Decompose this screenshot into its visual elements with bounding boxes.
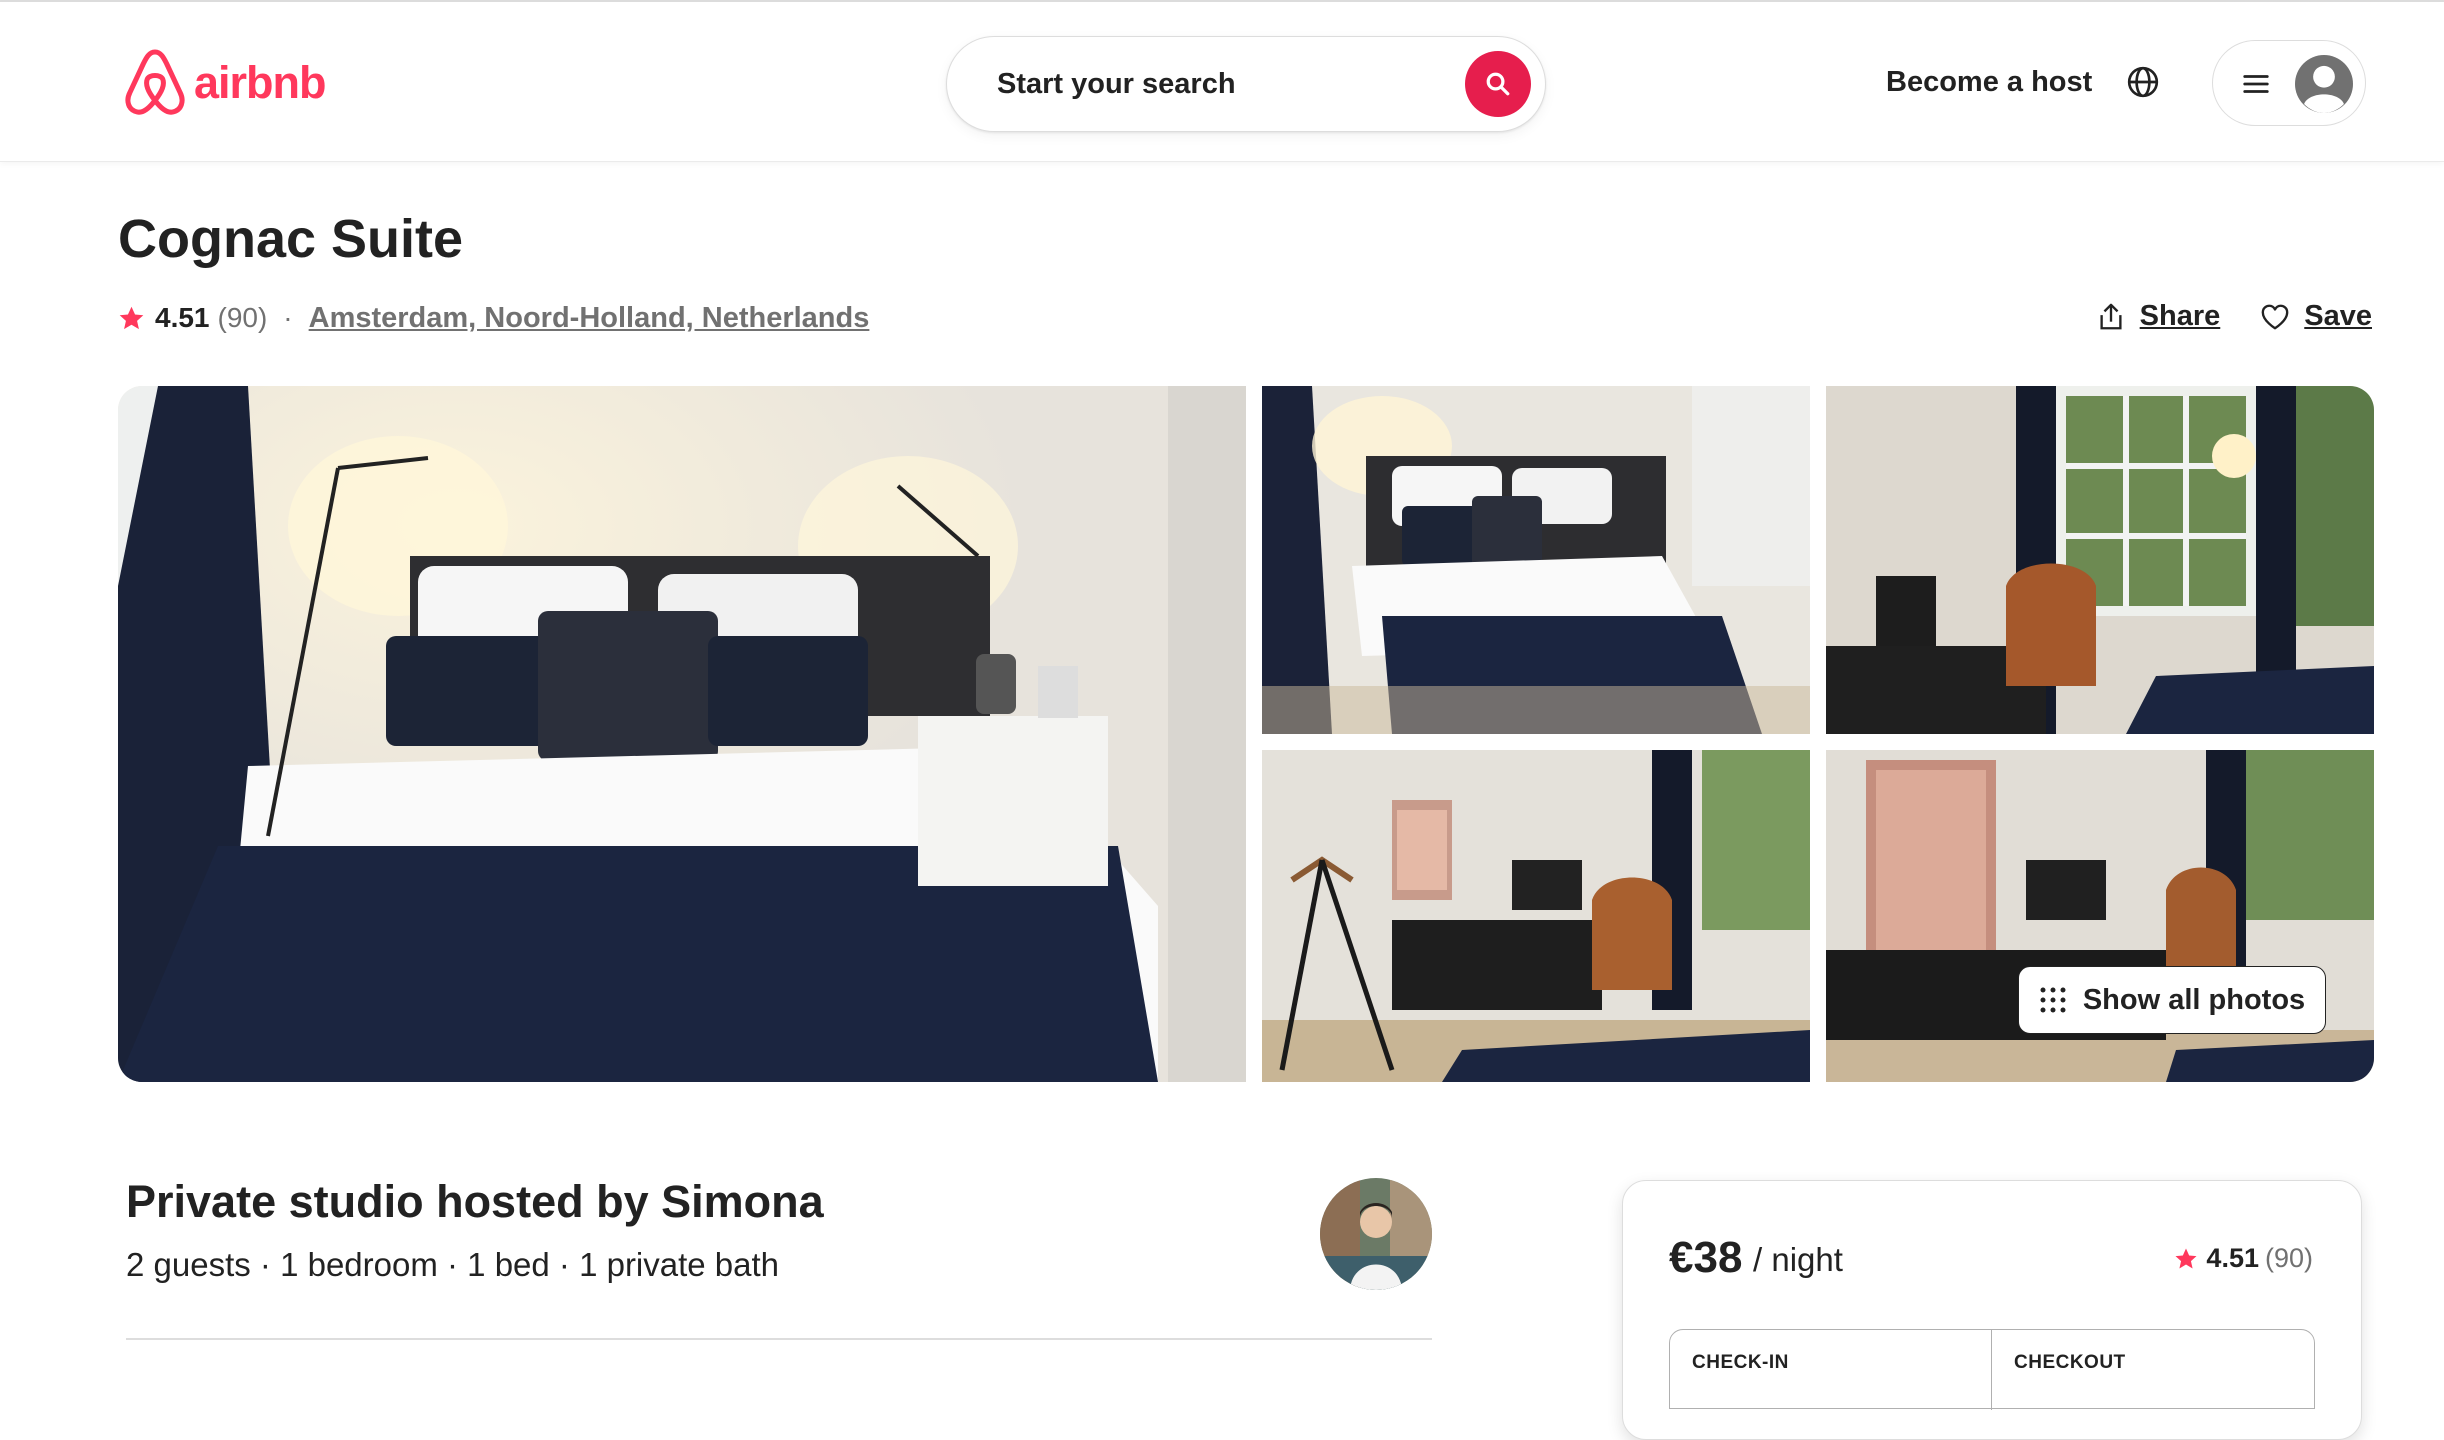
bedroom-image: [118, 386, 1246, 1082]
booking-card: €38 / night 4.51 (90) CHECK-IN CHECKOUT: [1622, 1180, 2362, 1440]
rating-value: 4.51: [155, 302, 210, 333]
star-icon: [2175, 1248, 2197, 1268]
photo-living-area[interactable]: [1262, 750, 1810, 1082]
show-all-photos-button[interactable]: Show all photos: [2018, 966, 2326, 1034]
airbnb-logo[interactable]: airbnb: [124, 48, 327, 118]
user-menu-button[interactable]: [2212, 40, 2366, 126]
share-button[interactable]: Share: [2096, 300, 2221, 333]
host-photo: [1320, 1178, 1432, 1290]
separator-dot: ·: [283, 302, 293, 333]
review-count[interactable]: (90): [218, 302, 268, 334]
checkin-label: CHECK-IN: [1692, 1352, 1789, 1373]
host-section-title: Private studio hosted by Simona: [126, 1176, 824, 1227]
brand-name: airbnb: [194, 57, 327, 108]
site-header: airbnb Start your search Become a host: [0, 2, 2444, 162]
search-icon: [1486, 72, 1510, 96]
per-night-label: / night: [1753, 1241, 1843, 1278]
share-label: Share: [2139, 300, 2221, 332]
photo-window-armchair[interactable]: [1826, 386, 2374, 734]
card-review-count[interactable]: (90): [2265, 1243, 2313, 1274]
save-button[interactable]: Save: [2260, 300, 2372, 333]
menu-icon: [2243, 75, 2269, 93]
become-host-link[interactable]: Become a host: [1886, 66, 2092, 99]
section-divider: [126, 1338, 1432, 1340]
user-avatar-icon: [2295, 55, 2353, 113]
listing-meta: 4.51 (90) · Amsterdam, Noord-Holland, Ne…: [118, 298, 869, 338]
search-button[interactable]: [1465, 51, 1531, 117]
show-all-photos-label: Show all photos: [2082, 983, 2306, 1016]
checkout-label: CHECKOUT: [2014, 1352, 2126, 1373]
photo-bed-angle[interactable]: [1262, 386, 1810, 734]
listing-actions: Share Save: [2096, 300, 2372, 333]
window-armchair-image: [1826, 386, 2374, 734]
listing-title: Cognac Suite: [118, 209, 464, 269]
location-link[interactable]: Amsterdam, Noord-Holland, Netherlands: [309, 302, 870, 335]
share-icon: [2100, 303, 2122, 329]
search-bar[interactable]: Start your search: [946, 36, 1546, 132]
card-rating-value: 4.51: [2206, 1243, 2259, 1273]
save-label: Save: [2304, 300, 2372, 332]
heart-icon: [2261, 304, 2289, 329]
photo-main-bedroom[interactable]: [118, 386, 1246, 1082]
host-avatar[interactable]: [1320, 1178, 1432, 1290]
bed-angle-image: [1262, 386, 1810, 734]
date-picker[interactable]: CHECK-IN CHECKOUT: [1669, 1329, 2315, 1410]
checkout-field[interactable]: CHECKOUT: [1992, 1330, 2314, 1410]
search-placeholder[interactable]: Start your search: [997, 68, 1236, 101]
globe-icon[interactable]: [2126, 65, 2160, 99]
star-icon: [119, 306, 144, 329]
nightly-price: €38: [1669, 1233, 1743, 1282]
living-area-image: [1262, 750, 1810, 1082]
card-rating: 4.51 (90): [2174, 1243, 2313, 1274]
listing-details: 2 guests · 1 bedroom · 1 bed · 1 private…: [126, 1246, 780, 1283]
grid-dots-icon: [2040, 987, 2066, 1013]
airbnb-logo-icon: [125, 49, 185, 115]
checkin-field[interactable]: CHECK-IN: [1670, 1330, 1992, 1410]
